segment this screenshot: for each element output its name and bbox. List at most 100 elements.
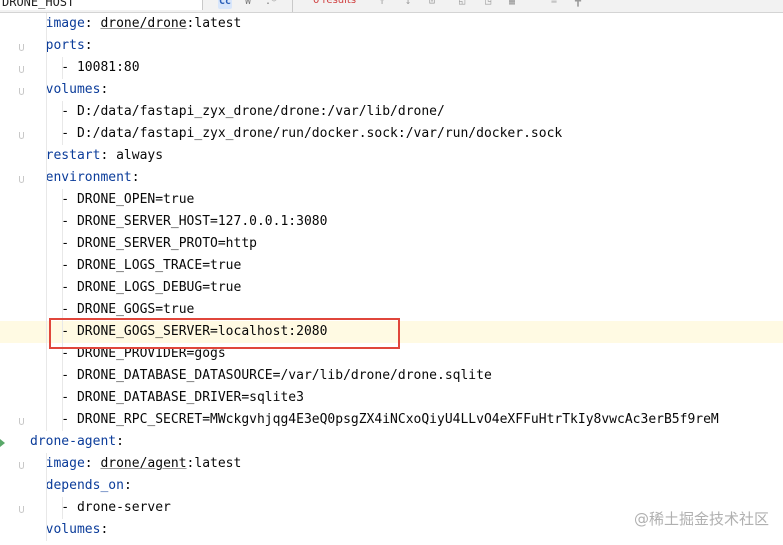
indent-guide: [46, 299, 47, 321]
fold-start-icon[interactable]: [19, 462, 24, 469]
yaml-value: drone/agent: [100, 456, 187, 471]
code-text: - DRONE_DATABASE_DATASOURCE=/var/lib/dro…: [30, 368, 492, 383]
indent-guide: [62, 211, 63, 233]
yaml-key: depends_on: [45, 478, 124, 493]
indent-guide: [46, 123, 47, 145]
code-line[interactable]: - DRONE_GOGS=true: [30, 299, 783, 321]
code-line[interactable]: - DRONE_SERVER_PROTO=http: [30, 233, 783, 255]
code-line[interactable]: - D:/data/fastapi_zyx_drone/drone:/var/l…: [30, 101, 783, 123]
yaml-value: DRONE_SERVER_PROTO=http: [76, 236, 257, 251]
code-indent: -: [30, 192, 77, 207]
code-line[interactable]: - DRONE_RPC_SECRET=MWckgvhjqg4E3eQ0psgZX…: [30, 409, 783, 431]
code-line[interactable]: environment:: [30, 167, 783, 189]
yaml-key: volumes: [45, 522, 101, 537]
match-case-toggle[interactable]: Cc: [218, 0, 232, 9]
code-line[interactable]: - DRONE_DATABASE_DRIVER=sqlite3: [30, 387, 783, 409]
code-line[interactable]: ports:: [30, 35, 783, 57]
select-all-icon[interactable]: ▦: [506, 0, 518, 9]
code-line[interactable]: - DRONE_LOGS_DEBUG=true: [30, 277, 783, 299]
code-indent: -: [30, 500, 77, 515]
yaml-value: DRONE_OPEN=true: [76, 192, 195, 207]
fold-start-icon[interactable]: [19, 88, 24, 95]
code-text: - DRONE_SERVER_PROTO=http: [30, 236, 257, 251]
code-editor[interactable]: image: drone/drone:latest ports: - 10081…: [0, 13, 783, 545]
yaml-value-suffix: :latest: [186, 16, 242, 31]
indent-guide: [46, 277, 47, 299]
yaml-separator: :: [84, 16, 101, 31]
pin-icon[interactable]: ┳: [572, 0, 584, 9]
fold-end-icon[interactable]: [19, 418, 24, 425]
yaml-separator: :: [100, 522, 109, 537]
code-line[interactable]: drone-agent:: [30, 431, 783, 453]
code-line[interactable]: restart: always: [30, 145, 783, 167]
words-toggle[interactable]: W: [241, 0, 255, 9]
select-all-occurrences-icon[interactable]: ⊡: [426, 0, 438, 9]
yaml-separator: :: [84, 456, 101, 471]
yaml-value: DRONE_PROVIDER=gogs: [76, 346, 226, 361]
indent-guide: [62, 409, 63, 431]
indent-guide: [46, 189, 47, 211]
yaml-separator: :: [100, 82, 109, 97]
indent-guide: [62, 277, 63, 299]
next-occurrence-icon[interactable]: ↓: [402, 0, 414, 9]
fold-end-icon[interactable]: [19, 506, 24, 513]
code-line[interactable]: - DRONE_OPEN=true: [30, 189, 783, 211]
yaml-value: DRONE_RPC_SECRET=MWckgvhjqg4E3eQ0psgZX4i…: [76, 412, 719, 427]
code-line[interactable]: image: drone/agent:latest: [30, 453, 783, 475]
yaml-value: 10081:80: [76, 60, 140, 75]
code-text: - DRONE_DATABASE_DRIVER=sqlite3: [30, 390, 304, 405]
indent-guide: [46, 145, 47, 167]
indent-guide: [62, 497, 63, 519]
code-line[interactable]: volumes:: [30, 79, 783, 101]
code-text: image: drone/agent:latest: [30, 456, 242, 471]
code-text: - D:/data/fastapi_zyx_drone/run/docker.s…: [30, 126, 562, 141]
code-line[interactable]: - D:/data/fastapi_zyx_drone/run/docker.s…: [30, 123, 783, 145]
run-service-icon[interactable]: [0, 439, 5, 447]
remove-selection-icon[interactable]: ◳: [482, 0, 494, 9]
yaml-value: DRONE_DATABASE_DATASOURCE=/var/lib/drone…: [76, 368, 492, 383]
code-indent: -: [30, 390, 77, 405]
indent-guide: [46, 79, 47, 101]
yaml-value: D:/data/fastapi_zyx_drone/run/docker.soc…: [76, 126, 563, 141]
code-indent: -: [30, 60, 77, 75]
code-line[interactable]: - DRONE_PROVIDER=gogs: [30, 343, 783, 365]
indent-guide: [46, 321, 47, 343]
search-input[interactable]: DRONE_HOST: [0, 0, 203, 10]
code-indent: -: [30, 324, 77, 339]
code-line[interactable]: - DRONE_DATABASE_DATASOURCE=/var/lib/dro…: [30, 365, 783, 387]
filter-icon[interactable]: ≛: [548, 0, 560, 9]
yaml-key: drone-agent: [30, 434, 117, 449]
indent-guide: [46, 13, 47, 35]
code-line[interactable]: - DRONE_SERVER_HOST=127.0.0.1:3080: [30, 211, 783, 233]
code-text: - DRONE_GOGS=true: [30, 302, 194, 317]
code-line[interactable]: - DRONE_LOGS_TRACE=true: [30, 255, 783, 277]
code-line[interactable]: depends_on:: [30, 475, 783, 497]
indent-guide: [46, 453, 47, 475]
yaml-key: environment: [45, 170, 132, 185]
fold-start-icon[interactable]: [19, 176, 24, 183]
fold-end-icon[interactable]: [19, 132, 24, 139]
indent-guide: [62, 123, 63, 145]
yaml-value: DRONE_LOGS_TRACE=true: [76, 258, 242, 273]
previous-occurrence-icon[interactable]: ↑: [376, 0, 388, 9]
code-text: - DRONE_PROVIDER=gogs: [30, 346, 226, 361]
yaml-value: DRONE_GOGS_SERVER=localhost:2080: [76, 324, 328, 339]
toolbar-divider: [292, 0, 293, 12]
code-line[interactable]: - DRONE_GOGS_SERVER=localhost:2080: [0, 321, 783, 343]
fold-end-icon[interactable]: [19, 66, 24, 73]
code-line[interactable]: - 10081:80: [30, 57, 783, 79]
indent-guide: [46, 519, 47, 541]
fold-end-icon[interactable]: [19, 44, 24, 51]
yaml-separator: :: [131, 170, 140, 185]
code-text: drone-agent:: [30, 434, 124, 449]
add-selection-icon[interactable]: ◱: [456, 0, 468, 9]
yaml-value: DRONE_DATABASE_DRIVER=sqlite3: [76, 390, 304, 405]
regex-toggle[interactable]: .*: [264, 0, 278, 9]
indent-guide: [46, 233, 47, 255]
code-text: - drone-server: [30, 500, 171, 515]
code-line[interactable]: image: drone/drone:latest: [30, 13, 783, 35]
editor-gutter: [0, 13, 30, 545]
